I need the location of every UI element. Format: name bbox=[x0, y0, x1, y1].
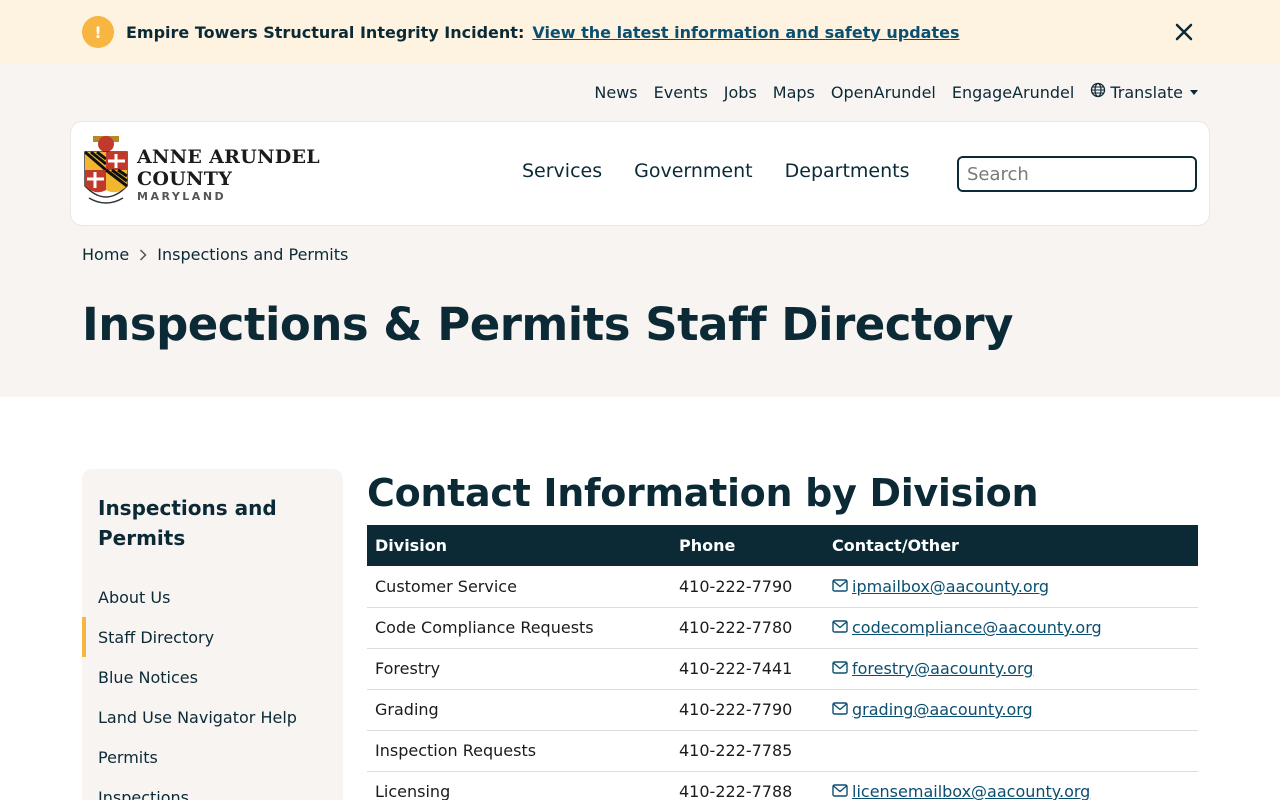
cell-phone: 410-222-7780 bbox=[671, 607, 824, 649]
email-link[interactable]: grading@aacounty.org bbox=[852, 700, 1033, 719]
cell-phone: 410-222-7785 bbox=[671, 730, 824, 772]
cell-phone: 410-222-7441 bbox=[671, 648, 824, 690]
sidebar-item-permits[interactable]: Permits bbox=[82, 737, 343, 777]
utility-link-news[interactable]: News bbox=[594, 83, 637, 102]
header-contact: Contact/Other bbox=[832, 536, 959, 555]
cell-division: Grading bbox=[367, 689, 671, 731]
utility-link-maps[interactable]: Maps bbox=[773, 83, 815, 102]
table-row: Code Compliance Requests 410-222-7780 co… bbox=[367, 607, 1198, 649]
cell-division: Inspection Requests bbox=[367, 730, 671, 772]
cell-contact bbox=[824, 730, 1198, 772]
search-box bbox=[957, 156, 1197, 192]
breadcrumb-current: Inspections and Permits bbox=[157, 245, 349, 264]
county-logo[interactable]: ANNE ARUNDEL COUNTY MARYLAND bbox=[83, 134, 320, 216]
logo-line-3: MARYLAND bbox=[137, 190, 227, 203]
alert-link[interactable]: View the latest information and safety u… bbox=[532, 23, 959, 42]
header-phone: Phone bbox=[679, 536, 736, 555]
header-division: Division bbox=[375, 536, 448, 555]
logo-text: ANNE ARUNDEL COUNTY MARYLAND bbox=[137, 146, 320, 204]
email-link[interactable]: licensemailbox@aacounty.org bbox=[852, 782, 1090, 800]
cell-division: Customer Service bbox=[367, 566, 671, 608]
utility-link-jobs[interactable]: Jobs bbox=[724, 83, 757, 102]
section-title: Contact Information by Division bbox=[367, 471, 1039, 515]
sidebar-item-land-use-navigator-help[interactable]: Land Use Navigator Help bbox=[82, 697, 343, 737]
cell-contact: forestry@aacounty.org bbox=[824, 648, 1198, 690]
main-content: Contact Information by Division Division… bbox=[367, 469, 1198, 800]
logo-line-2: COUNTY bbox=[137, 168, 233, 190]
sidebar-item-about-us[interactable]: About Us bbox=[82, 577, 343, 617]
table-header-row: Division Phone Contact/Other bbox=[367, 525, 1198, 566]
cell-contact: codecompliance@aacounty.org bbox=[824, 607, 1198, 649]
email-link[interactable]: ipmailbox@aacounty.org bbox=[852, 577, 1049, 596]
search-input[interactable] bbox=[959, 158, 1195, 190]
content-area: Inspections and Permits About Us Staff D… bbox=[0, 397, 1280, 800]
envelope-icon bbox=[832, 782, 848, 800]
cell-phone: 410-222-7790 bbox=[671, 689, 824, 731]
logo-line-1: ANNE ARUNDEL bbox=[137, 146, 320, 168]
alert-banner: ! Empire Towers Structural Integrity Inc… bbox=[0, 0, 1280, 64]
translate-dropdown[interactable]: Translate bbox=[1090, 82, 1198, 102]
cell-phone: 410-222-7788 bbox=[671, 771, 824, 800]
table-row: Forestry 410-222-7441 forestry@aacounty.… bbox=[367, 648, 1198, 690]
main-nav: Services Government Departments bbox=[522, 160, 910, 182]
table-row: Grading 410-222-7790 grading@aacounty.or… bbox=[367, 689, 1198, 731]
utility-link-events[interactable]: Events bbox=[654, 83, 708, 102]
nav-government[interactable]: Government bbox=[634, 160, 753, 182]
cell-contact: ipmailbox@aacounty.org bbox=[824, 566, 1198, 608]
email-link[interactable]: forestry@aacounty.org bbox=[852, 659, 1033, 678]
sidebar-title: Inspections and Permits bbox=[98, 496, 277, 550]
county-seal-icon bbox=[83, 134, 129, 216]
header-zone: News Events Jobs Maps OpenArundel Engage… bbox=[0, 64, 1280, 397]
page-title: Inspections & Permits Staff Directory bbox=[82, 298, 1013, 351]
sidebar-item-blue-notices[interactable]: Blue Notices bbox=[82, 657, 343, 697]
envelope-icon bbox=[832, 700, 848, 719]
envelope-icon bbox=[832, 577, 848, 596]
table-row: Licensing 410-222-7788 licensemailbox@aa… bbox=[367, 771, 1198, 800]
envelope-icon bbox=[832, 659, 848, 678]
globe-icon bbox=[1090, 82, 1106, 102]
close-icon[interactable] bbox=[1170, 18, 1198, 46]
table-row: Inspection Requests 410-222-7785 bbox=[367, 730, 1198, 772]
sidebar: Inspections and Permits About Us Staff D… bbox=[82, 469, 343, 800]
translate-label: Translate bbox=[1110, 82, 1183, 102]
cell-contact: licensemailbox@aacounty.org bbox=[824, 771, 1198, 800]
cell-division: Licensing bbox=[367, 771, 671, 800]
utility-nav: News Events Jobs Maps OpenArundel Engage… bbox=[594, 81, 1198, 103]
email-link[interactable]: codecompliance@aacounty.org bbox=[852, 618, 1102, 637]
sidebar-item-staff-directory[interactable]: Staff Directory bbox=[82, 617, 343, 657]
utility-link-engagearundel[interactable]: EngageArundel bbox=[952, 83, 1074, 102]
cell-division: Forestry bbox=[367, 648, 671, 690]
sidebar-item-inspections[interactable]: Inspections bbox=[82, 777, 343, 800]
nav-services[interactable]: Services bbox=[522, 160, 602, 182]
cell-contact: grading@aacounty.org bbox=[824, 689, 1198, 731]
breadcrumb-home[interactable]: Home bbox=[82, 245, 129, 264]
alert-title: Empire Towers Structural Integrity Incid… bbox=[126, 22, 525, 42]
envelope-icon bbox=[832, 618, 848, 637]
caret-down-icon bbox=[1190, 89, 1198, 95]
nav-departments[interactable]: Departments bbox=[785, 160, 910, 182]
cell-phone: 410-222-7790 bbox=[671, 566, 824, 608]
main-nav-card: ANNE ARUNDEL COUNTY MARYLAND Services Go… bbox=[70, 121, 1210, 226]
utility-link-openarundel[interactable]: OpenArundel bbox=[831, 83, 936, 102]
table-row: Customer Service 410-222-7790 ipmailbox@… bbox=[367, 566, 1198, 608]
breadcrumb: Home Inspections and Permits bbox=[82, 245, 348, 264]
contact-table: Division Phone Contact/Other Customer Se… bbox=[367, 525, 1198, 800]
exclamation-icon: ! bbox=[82, 16, 114, 48]
cell-division: Code Compliance Requests bbox=[367, 607, 671, 649]
chevron-right-icon bbox=[137, 248, 149, 261]
